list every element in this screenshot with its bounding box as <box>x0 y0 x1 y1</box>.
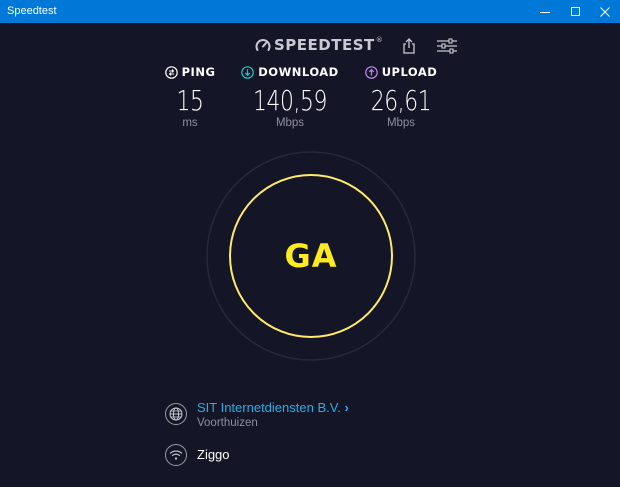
upload-unit: Mbps <box>386 117 416 129</box>
speedometer-icon <box>255 39 271 51</box>
upload-value: 26,61 <box>370 84 432 117</box>
download-metric: DOWNLOAD 140,59 Mbps <box>240 64 340 129</box>
ping-unit: ms <box>182 117 198 129</box>
upload-label: UPLOAD <box>381 65 438 79</box>
download-unit: Mbps <box>275 117 305 129</box>
share-icon <box>403 38 415 54</box>
share-button[interactable] <box>398 36 420 56</box>
download-arrow-icon <box>241 65 255 79</box>
ping-label: PING <box>181 65 216 79</box>
speedtest-window: Speedtest SPEEDTEST ® PING 15 ms DOWNLOA… <box>0 0 620 487</box>
ping-value: 15 <box>176 84 204 117</box>
title-bar: Speedtest <box>0 0 620 23</box>
upload-arrow-icon <box>364 65 378 79</box>
wifi-icon <box>169 450 183 460</box>
ping-metric: PING 15 ms <box>150 64 230 129</box>
connection-name: Ziggo <box>197 447 230 462</box>
maximize-button[interactable] <box>561 0 591 23</box>
window-title: Speedtest <box>7 5 57 17</box>
ping-icon <box>164 65 178 79</box>
upload-metric: UPLOAD 26,61 Mbps <box>356 64 446 129</box>
close-button[interactable] <box>590 0 620 23</box>
connection-row[interactable]: Ziggo <box>165 444 230 466</box>
minimize-icon <box>540 11 550 13</box>
download-label: DOWNLOAD <box>258 65 339 79</box>
logo-text: SPEEDTEST <box>274 36 375 54</box>
minimize-button[interactable] <box>530 0 560 23</box>
settings-button[interactable] <box>434 36 460 56</box>
close-icon <box>600 6 610 17</box>
speedtest-logo: SPEEDTEST ® <box>255 36 383 54</box>
server-row[interactable]: SIT Internetdiensten B.V. › Voorthuizen <box>165 400 349 431</box>
maximize-icon <box>571 6 580 16</box>
server-location: Voorthuizen <box>197 417 258 429</box>
go-button[interactable]: GA <box>205 150 417 362</box>
globe-icon <box>169 407 183 421</box>
settings-sliders-icon <box>437 38 457 54</box>
logo-registered-mark: ® <box>375 36 383 44</box>
go-gauge: GA <box>205 150 417 362</box>
server-chevron-icon: › <box>344 400 349 415</box>
download-value: 140,59 <box>252 84 328 117</box>
server-name[interactable]: SIT Internetdiensten B.V. <box>197 400 341 415</box>
